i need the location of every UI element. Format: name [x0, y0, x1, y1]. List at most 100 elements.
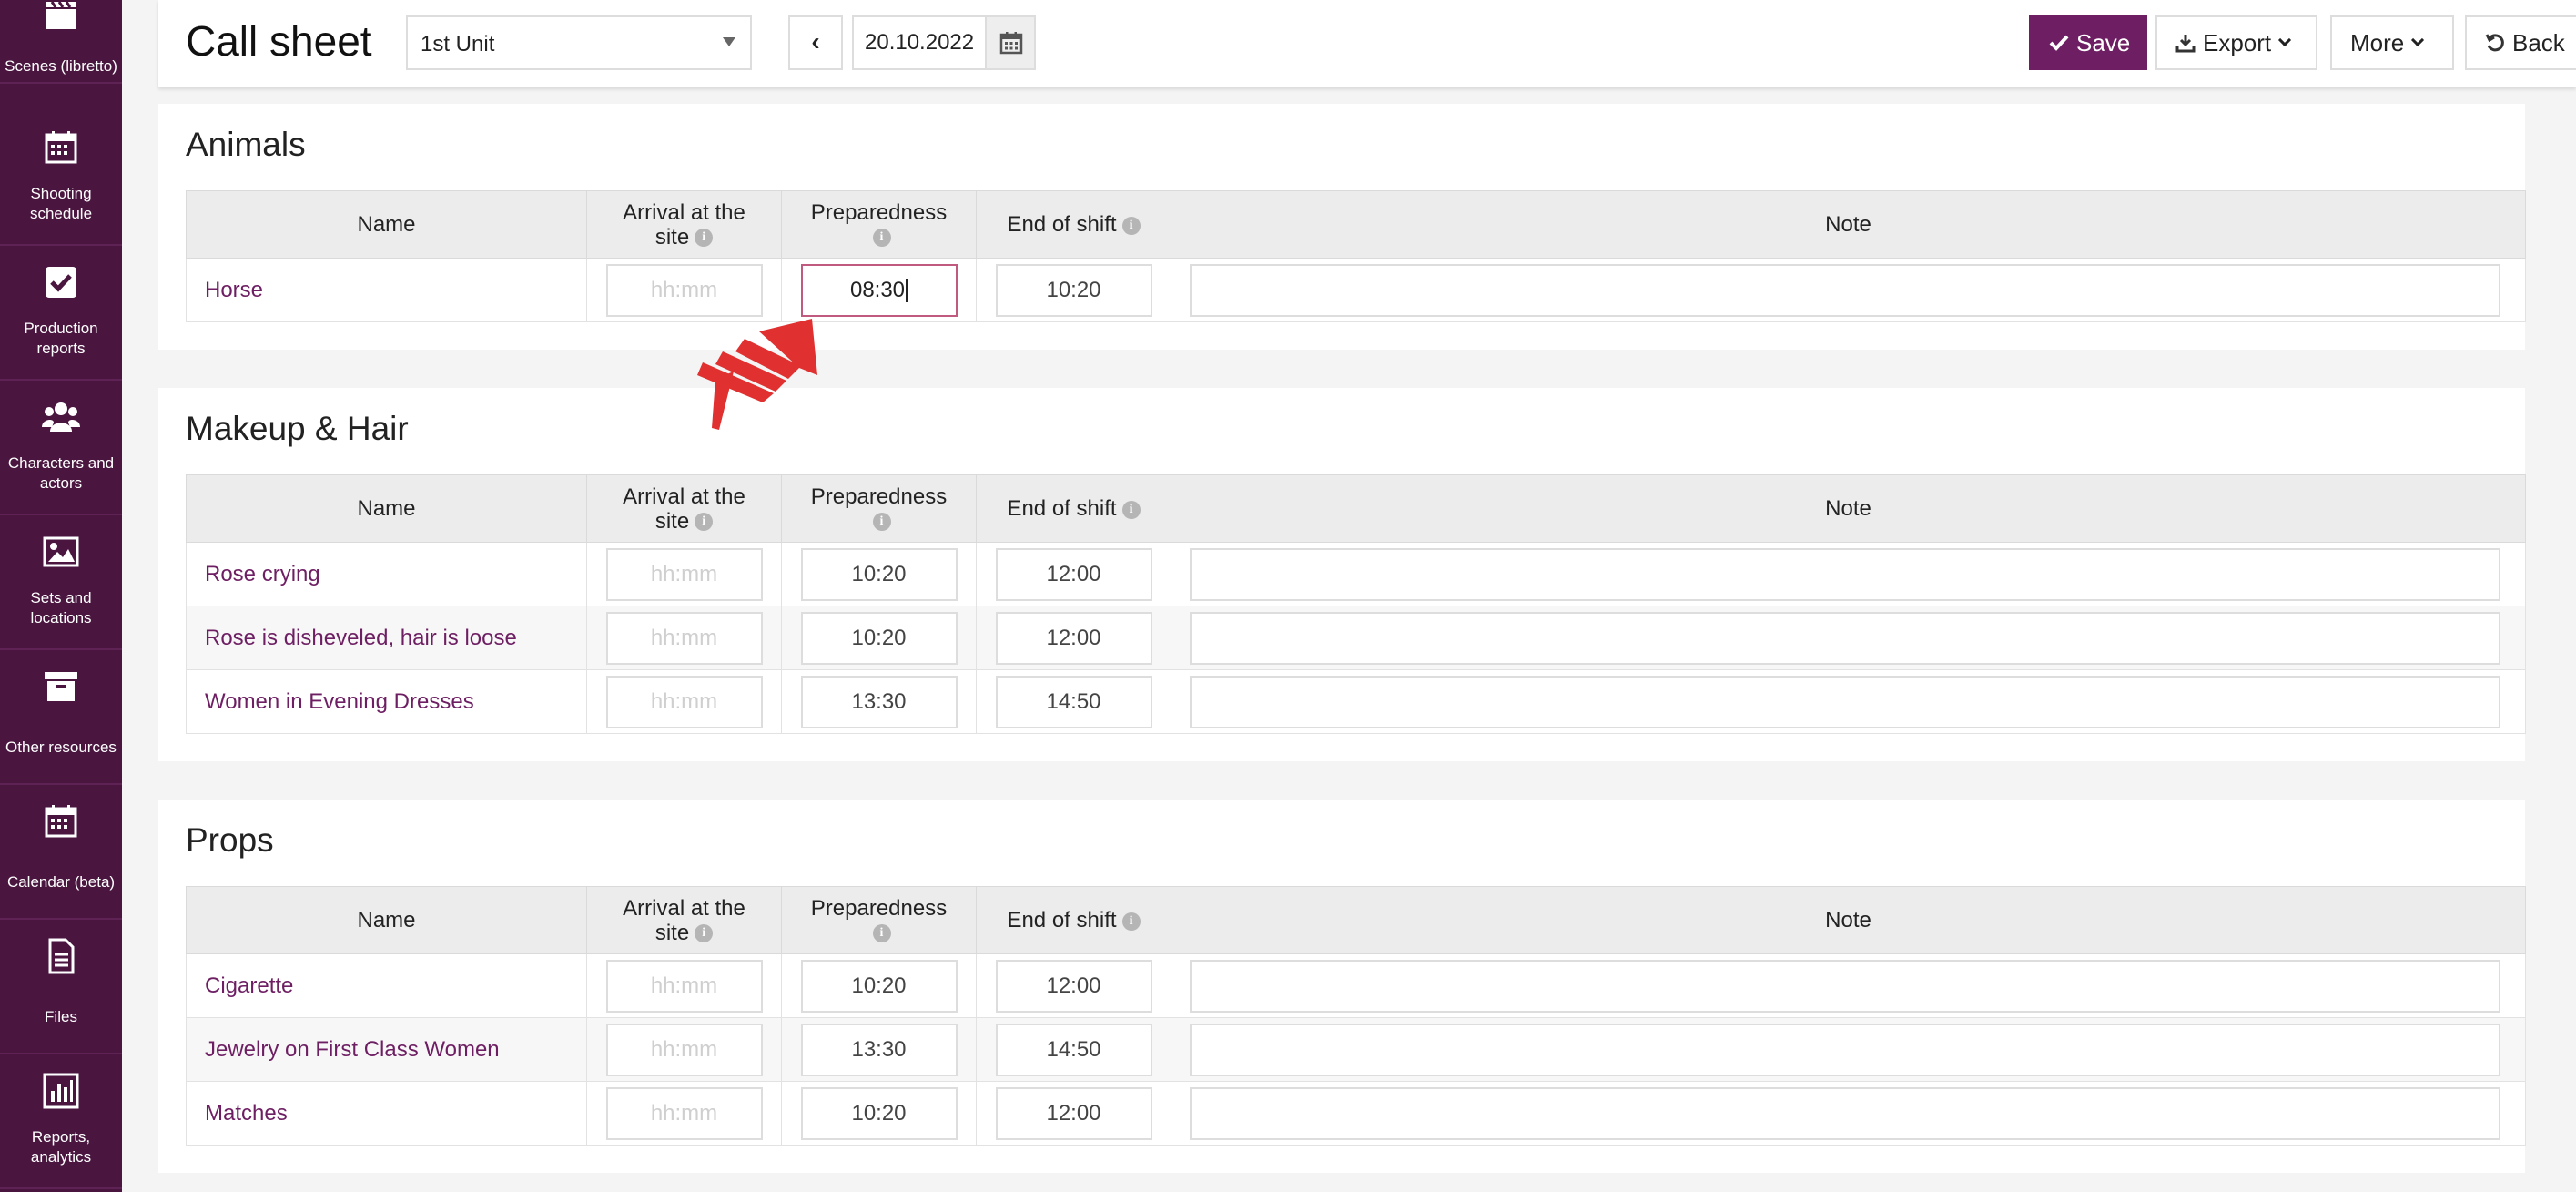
- sidebar-item-label: Shooting schedule: [29, 185, 93, 222]
- top-bar: Call sheet 1st Unit ‹ Save Export More B…: [158, 0, 2576, 87]
- sidebar-item-shooting-schedule[interactable]: Shooting schedule: [0, 111, 122, 246]
- end-of-shift-time-input[interactable]: 12:00: [995, 547, 1152, 601]
- sidebar-item-label: Characters and actors: [7, 454, 115, 492]
- arrival-time-input[interactable]: hh:mm: [605, 1023, 763, 1076]
- column-header-note: Note: [1171, 474, 2526, 543]
- row-name[interactable]: Rose is disheveled, hair is loose: [186, 606, 587, 670]
- back-button[interactable]: Back: [2465, 15, 2576, 70]
- export-button-label: Export: [2203, 29, 2272, 56]
- makeup-hair-table: Name Arrival at the site i Preparedness i E…: [186, 474, 2526, 734]
- note-input[interactable]: [1190, 263, 2500, 317]
- arrival-time-input[interactable]: hh:mm: [605, 1086, 763, 1140]
- note-input[interactable]: [1190, 959, 2500, 1013]
- table-row: Jewelry on First Class Women hh:mm 13:30…: [186, 1017, 2526, 1082]
- column-header-name: Name: [186, 190, 587, 259]
- bar-chart-icon: [41, 1071, 81, 1111]
- unit-select[interactable]: 1st Unit: [406, 15, 752, 70]
- column-header-note: Note: [1171, 886, 2526, 954]
- page-title: Call sheet: [186, 17, 372, 65]
- calendar-icon: [41, 801, 81, 841]
- arrival-time-input[interactable]: hh:mm: [605, 611, 763, 665]
- row-name[interactable]: Rose crying: [186, 542, 587, 606]
- info-icon[interactable]: i: [1121, 216, 1141, 235]
- sidebar-item-files[interactable]: Files: [0, 920, 122, 1054]
- check-square-icon: [41, 262, 81, 302]
- sidebar-item-production-reports[interactable]: Production reports: [0, 246, 122, 381]
- table-row: Women in Evening Dresses hh:mm 13:30 14:…: [186, 669, 2526, 734]
- sidebar-item-reports[interactable]: Reports, analytics: [0, 1054, 122, 1189]
- end-of-shift-time-input[interactable]: 12:00: [995, 959, 1152, 1013]
- row-name[interactable]: Cigarette: [186, 953, 587, 1018]
- info-icon[interactable]: i: [695, 924, 714, 943]
- export-button[interactable]: Export: [2155, 15, 2317, 70]
- info-icon[interactable]: i: [872, 924, 891, 943]
- file-icon: [41, 936, 81, 976]
- sidebar-item-sets-locations[interactable]: Sets and locations: [0, 515, 122, 650]
- unit-select-value: 1st Unit: [421, 32, 495, 56]
- table-row: Horse hh:mm 08:30 10:20: [186, 258, 2526, 322]
- calendar-icon: [999, 32, 1023, 55]
- info-icon[interactable]: i: [1121, 500, 1141, 519]
- arrival-time-input[interactable]: hh:mm: [605, 263, 763, 317]
- caret-down-icon: [723, 37, 735, 46]
- date-input[interactable]: [852, 15, 989, 70]
- sidebar-item-label: Sets and locations: [30, 589, 92, 627]
- table-row: Rose crying hh:mm 10:20 12:00: [186, 542, 2526, 606]
- sidebar-item-label: Calendar (beta): [6, 873, 116, 891]
- arrival-time-input[interactable]: hh:mm: [605, 547, 763, 601]
- archive-icon: [41, 667, 81, 707]
- sidebar-item-other-resources[interactable]: Other resources: [0, 650, 122, 785]
- end-of-shift-time-input[interactable]: 14:50: [995, 675, 1152, 728]
- clapperboard-icon: [41, 0, 81, 35]
- image-icon: [41, 532, 81, 572]
- arrival-time-input[interactable]: hh:mm: [605, 675, 763, 728]
- info-icon[interactable]: i: [695, 513, 714, 532]
- end-of-shift-time-input[interactable]: 12:00: [995, 1086, 1152, 1140]
- note-input[interactable]: [1190, 611, 2500, 665]
- chevron-down-icon: [2411, 34, 2425, 47]
- section-title: Props: [186, 821, 274, 859]
- end-of-shift-time-input[interactable]: 14:50: [995, 1023, 1152, 1076]
- arrival-time-input[interactable]: hh:mm: [605, 959, 763, 1013]
- info-icon[interactable]: i: [1121, 912, 1141, 931]
- preparedness-time-input[interactable]: 10:20: [800, 959, 958, 1013]
- preparedness-time-input[interactable]: 08:30: [800, 263, 958, 317]
- pointer-arrow-icon: [697, 319, 817, 430]
- sidebar: Scenes (libretto) Shooting schedule Prod…: [0, 0, 122, 1192]
- note-input[interactable]: [1190, 547, 2500, 601]
- preparedness-time-input[interactable]: 10:20: [800, 611, 958, 665]
- row-name[interactable]: Matches: [186, 1081, 587, 1146]
- preparedness-time-input[interactable]: 13:30: [800, 1023, 958, 1076]
- section-animals: Animals Name Arrival at the site i Prepare…: [158, 104, 2526, 350]
- row-name[interactable]: Horse: [186, 258, 587, 322]
- end-of-shift-time-input[interactable]: 10:20: [995, 263, 1152, 317]
- column-header-end-of-shift: End of shift i: [976, 886, 1171, 954]
- date-picker-button[interactable]: [985, 15, 1036, 70]
- info-icon[interactable]: i: [872, 513, 891, 532]
- column-header-arrival: Arrival at the site i: [586, 190, 782, 259]
- previous-date-button[interactable]: ‹: [788, 15, 843, 70]
- more-button[interactable]: More: [2330, 15, 2454, 70]
- preparedness-time-input[interactable]: 10:20: [800, 547, 958, 601]
- preparedness-time-input[interactable]: 13:30: [800, 675, 958, 728]
- note-input[interactable]: [1190, 675, 2500, 728]
- sidebar-item-scenes[interactable]: Scenes (libretto): [0, 0, 122, 84]
- sidebar-item-label: Production reports: [24, 320, 98, 357]
- note-input[interactable]: [1190, 1023, 2500, 1076]
- props-table: Name Arrival at the site i Preparedness i E…: [186, 886, 2526, 1146]
- preparedness-time-input[interactable]: 10:20: [800, 1086, 958, 1140]
- end-of-shift-time-input[interactable]: 12:00: [995, 611, 1152, 665]
- sidebar-item-calendar[interactable]: Calendar (beta): [0, 785, 122, 920]
- sidebar-item-label: Other resources: [5, 739, 117, 756]
- note-input[interactable]: [1190, 1086, 2500, 1140]
- row-name[interactable]: Jewelry on First Class Women: [186, 1017, 587, 1082]
- sidebar-item-characters[interactable]: Characters and actors: [0, 381, 122, 515]
- section-title: Animals: [186, 126, 306, 163]
- save-button[interactable]: Save: [2029, 15, 2147, 70]
- info-icon[interactable]: i: [872, 229, 891, 248]
- calendar-icon: [41, 127, 81, 168]
- sidebar-item-label: Scenes (libretto): [5, 57, 117, 75]
- info-icon[interactable]: i: [695, 229, 714, 248]
- sidebar-item-label: Files: [45, 1008, 77, 1025]
- row-name[interactable]: Women in Evening Dresses: [186, 669, 587, 734]
